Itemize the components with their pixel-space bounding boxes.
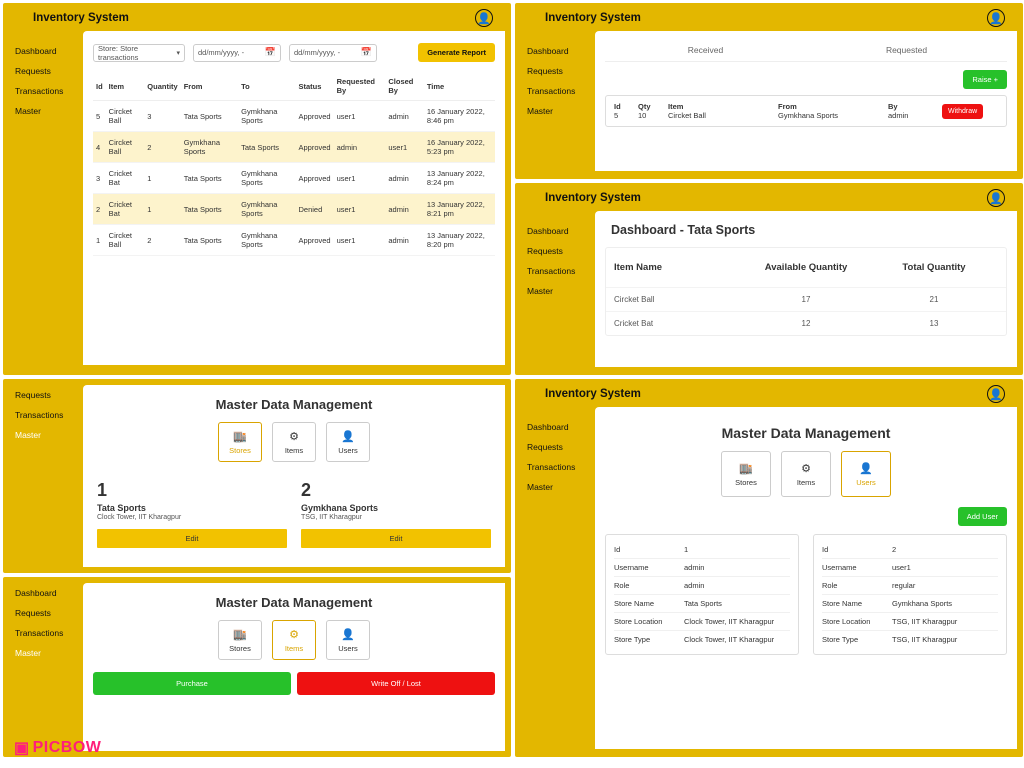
purchase-button[interactable]: Purchase — [93, 672, 291, 695]
panel-master-stores: Requests Transactions Master Master Data… — [3, 379, 511, 573]
nav-master[interactable]: Master — [527, 477, 595, 497]
app-title: Inventory System — [33, 12, 129, 24]
card-items[interactable]: ⚙Items — [272, 422, 316, 462]
card-stores[interactable]: 🏬Stores — [721, 451, 771, 497]
master-title: Master Data Management — [93, 591, 495, 620]
writeoff-button[interactable]: Write Off / Lost — [297, 672, 495, 695]
withdraw-button[interactable]: Withdraw — [942, 104, 983, 119]
card-users[interactable]: 👤Users — [841, 451, 891, 497]
nav-transactions[interactable]: Transactions — [15, 623, 83, 643]
panel-transactions: Inventory System 👤 Dashboard Requests Tr… — [3, 3, 511, 375]
nav-transactions[interactable]: Transactions — [15, 81, 83, 101]
nav-master[interactable]: Master — [527, 101, 595, 121]
store-select[interactable]: Store: Store transactions▾ — [93, 44, 185, 62]
users-icon: 👤 — [341, 430, 355, 443]
generate-report-button[interactable]: Generate Report — [418, 43, 495, 62]
dashboard-table: Item NameAvailable QuantityTotal Quantit… — [605, 247, 1007, 336]
transactions-table: IdItemQuantityFromToStatusRequested ByCl… — [93, 72, 495, 256]
card-stores[interactable]: 🏬Stores — [218, 620, 262, 660]
app-title: Inventory System — [545, 388, 641, 400]
user-icon[interactable]: 👤 — [987, 385, 1005, 403]
edit-store-button[interactable]: Edit — [97, 529, 287, 548]
nav-requests[interactable]: Requests — [527, 241, 595, 261]
card-items[interactable]: ⚙Items — [781, 451, 831, 497]
items-icon: ⚙ — [289, 628, 299, 641]
card-items[interactable]: ⚙Items — [272, 620, 316, 660]
calendar-icon: 📅 — [361, 47, 372, 58]
user-icon[interactable]: 👤 — [987, 9, 1005, 27]
date-from[interactable]: dd/mm/yyyy, -📅 — [193, 44, 281, 62]
nav-transactions[interactable]: Transactions — [527, 81, 595, 101]
store-icon: 🏬 — [233, 430, 247, 443]
table-row: 3Cricket Bat1Tata SportsGymkhana SportsA… — [93, 163, 495, 194]
panel-master-users: Inventory System 👤 Dashboard Requests Tr… — [515, 379, 1023, 757]
nav-transactions[interactable]: Transactions — [15, 405, 83, 425]
nav-requests[interactable]: Requests — [15, 61, 83, 81]
store-card-1: 1 Tata Sports Clock Tower, IIT Kharagpur… — [97, 480, 287, 548]
items-icon: ⚙ — [801, 462, 811, 475]
add-user-button[interactable]: Add User — [958, 507, 1007, 526]
users-icon: 👤 — [859, 462, 873, 475]
app-title: Inventory System — [545, 192, 641, 204]
date-to[interactable]: dd/mm/yyyy, -📅 — [289, 44, 377, 62]
panel-dashboard: Inventory System 👤 Dashboard Requests Tr… — [515, 183, 1023, 375]
store-icon: 🏬 — [739, 462, 753, 475]
nav-master[interactable]: Master — [15, 425, 83, 445]
table-row: 1Circket Ball2Tata SportsGymkhana Sports… — [93, 225, 495, 256]
raise-button[interactable]: Raise + — [963, 70, 1007, 89]
store-icon: 🏬 — [233, 628, 247, 641]
camera-icon: ▣ — [14, 738, 30, 758]
nav-dashboard[interactable]: Dashboard — [527, 417, 595, 437]
request-row: Id5 Qty10 ItemCircket Ball FromGymkhana … — [605, 95, 1007, 127]
panel-requests: Inventory System 👤 Dashboard Requests Tr… — [515, 3, 1023, 179]
nav-dashboard[interactable]: Dashboard — [527, 41, 595, 61]
nav-requests[interactable]: Requests — [15, 603, 83, 623]
panel-master-items: Dashboard Requests Transactions Master M… — [3, 577, 511, 757]
card-users[interactable]: 👤Users — [326, 620, 370, 660]
dashboard-title: Dashboard - Tata Sports — [605, 219, 1007, 247]
app-title: Inventory System — [545, 12, 641, 24]
user-card: Id2Usernameuser1RoleregularStore NameGym… — [813, 534, 1007, 655]
table-row: 4Circket Ball2Gymkhana SportsTata Sports… — [93, 132, 495, 163]
master-title: Master Data Management — [605, 415, 1007, 451]
nav-dashboard[interactable]: Dashboard — [15, 41, 83, 61]
user-icon[interactable]: 👤 — [475, 9, 493, 27]
nav-requests[interactable]: Requests — [527, 437, 595, 457]
nav-requests[interactable]: Requests — [15, 385, 83, 405]
table-row: 5Circket Ball3Tata SportsGymkhana Sports… — [93, 101, 495, 132]
items-icon: ⚙ — [289, 430, 299, 443]
chevron-down-icon: ▾ — [176, 49, 180, 57]
nav-requests[interactable]: Requests — [527, 61, 595, 81]
watermark: ▣PICBOW — [14, 738, 101, 758]
user-card: Id1UsernameadminRoleadminStore NameTata … — [605, 534, 799, 655]
edit-store-button[interactable]: Edit — [301, 529, 491, 548]
calendar-icon: 📅 — [265, 47, 276, 58]
table-row: 2Cricket Bat1Tata SportsGymkhana SportsD… — [93, 194, 495, 225]
nav-dashboard[interactable]: Dashboard — [15, 583, 83, 603]
nav-dashboard[interactable]: Dashboard — [527, 221, 595, 241]
users-icon: 👤 — [341, 628, 355, 641]
master-title: Master Data Management — [93, 393, 495, 422]
user-icon[interactable]: 👤 — [987, 189, 1005, 207]
card-stores[interactable]: 🏬Stores — [218, 422, 262, 462]
nav-master[interactable]: Master — [527, 281, 595, 301]
sidebar: Dashboard Requests Transactions Master — [3, 31, 83, 371]
nav-master[interactable]: Master — [15, 101, 83, 121]
tab-received[interactable]: Received — [605, 39, 806, 61]
store-card-2: 2 Gymkhana Sports TSG, IIT Kharagpur Edi… — [301, 480, 491, 548]
nav-transactions[interactable]: Transactions — [527, 261, 595, 281]
nav-master[interactable]: Master — [15, 643, 83, 663]
card-users[interactable]: 👤Users — [326, 422, 370, 462]
tab-requested[interactable]: Requested — [806, 39, 1007, 61]
nav-transactions[interactable]: Transactions — [527, 457, 595, 477]
